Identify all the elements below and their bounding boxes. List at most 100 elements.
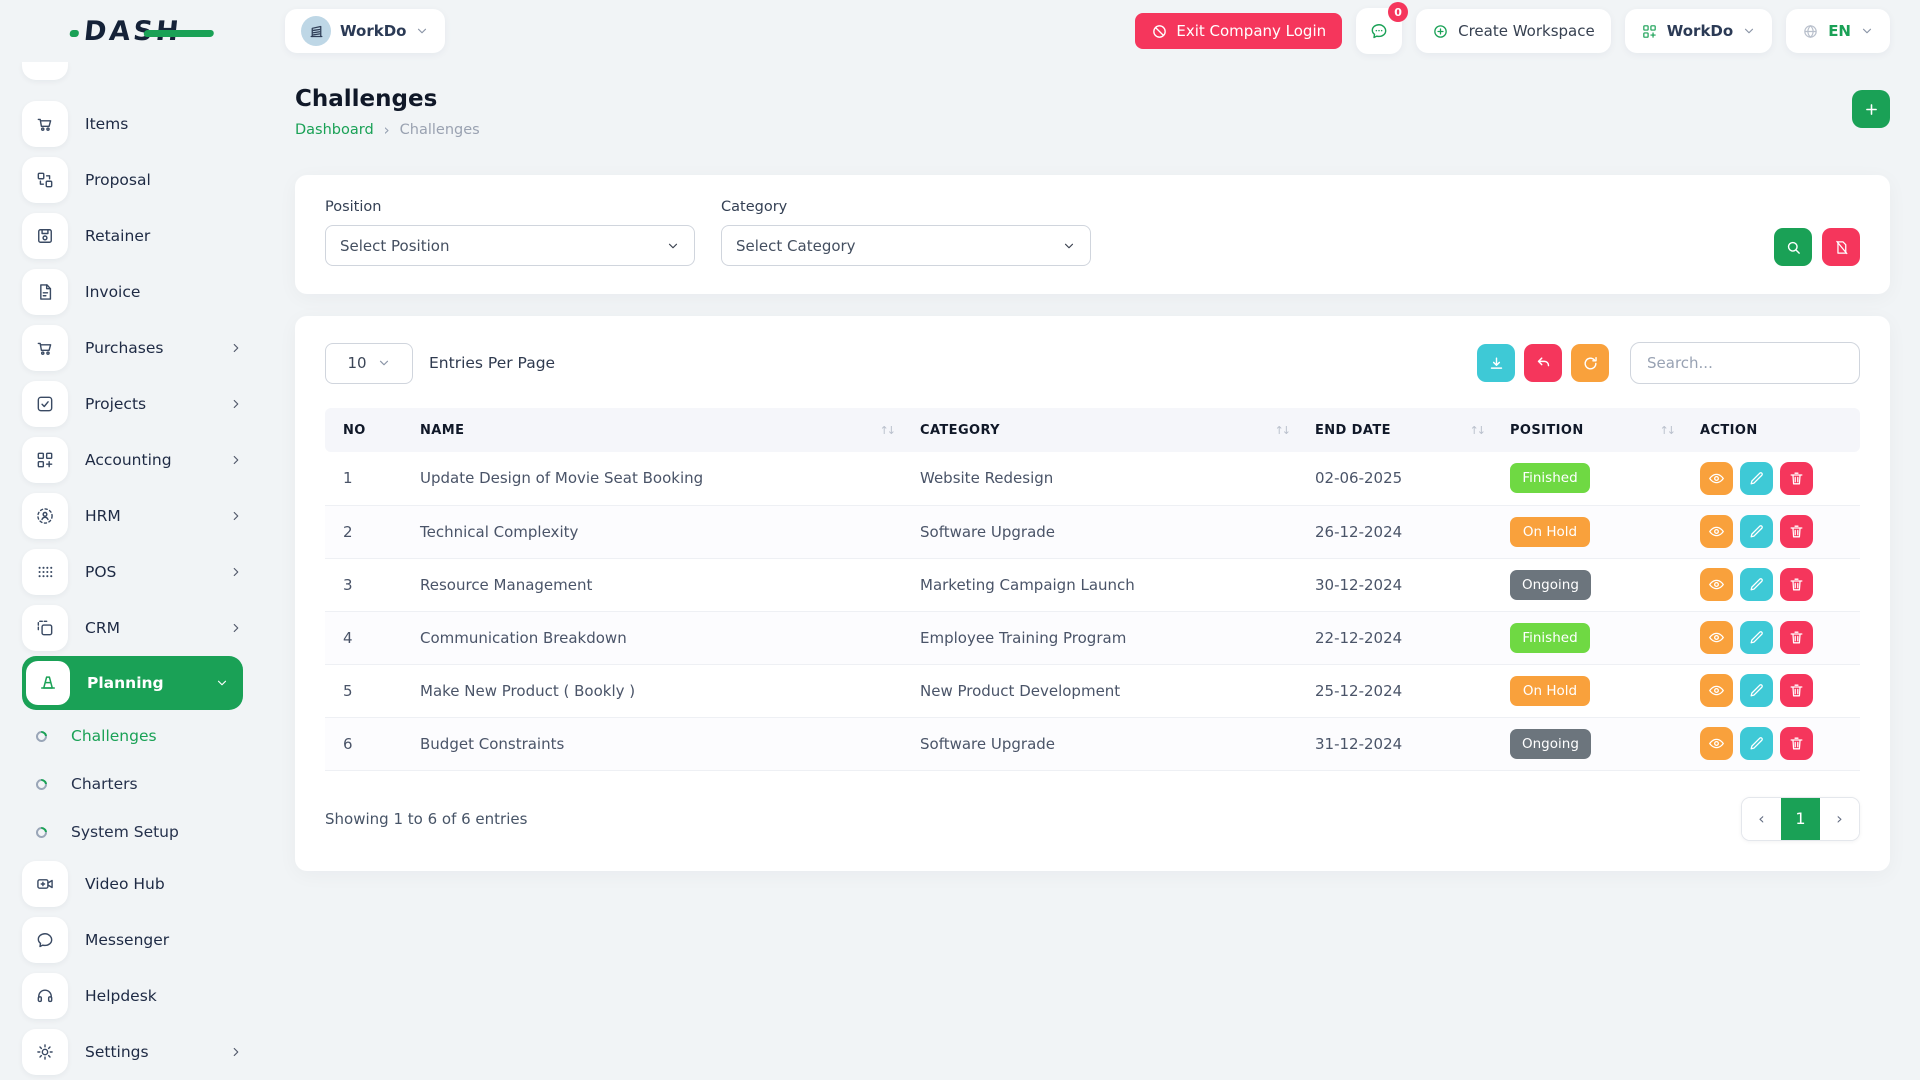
column-header-category[interactable]: CATEGORY↑↓ (910, 408, 1305, 452)
edit-button[interactable] (1740, 727, 1773, 760)
delete-button[interactable] (1780, 568, 1813, 601)
create-workspace-label: Create Workspace (1458, 22, 1595, 40)
plus-circle-icon (1432, 23, 1449, 40)
trash-icon (1788, 629, 1805, 646)
sidebar-item-crm[interactable]: CRM (22, 600, 265, 656)
sidebar-item-accounting[interactable]: Accounting (22, 432, 265, 488)
add-challenge-button[interactable] (1852, 90, 1890, 128)
sidebar-item-label: Proposal (85, 171, 151, 189)
sidebar-item-helpdesk[interactable]: Helpdesk (22, 968, 265, 1024)
view-button[interactable] (1700, 621, 1733, 654)
breadcrumb-dashboard-link[interactable]: Dashboard (295, 122, 374, 138)
sidebar-planning-sublist: Challenges Charters System Setup (22, 712, 265, 856)
cell-category: Software Upgrade (910, 505, 1305, 558)
cell-action (1690, 505, 1860, 558)
sidebar-subitem-label: Challenges (71, 727, 157, 745)
sidebar-subitem-charters[interactable]: Charters (22, 760, 265, 808)
export-button[interactable] (1477, 344, 1515, 382)
trash-icon (1788, 523, 1805, 540)
entries-per-page-label: Entries Per Page (429, 354, 555, 372)
sidebar-item-purchases[interactable]: Purchases (22, 320, 265, 376)
sidebar-item-invoice[interactable]: Invoice (22, 264, 265, 320)
pagination-page-1[interactable]: 1 (1781, 798, 1820, 840)
eye-icon (1708, 735, 1725, 752)
logo[interactable]: DASH (0, 16, 265, 47)
edit-button[interactable] (1740, 621, 1773, 654)
cell-no: 5 (325, 664, 410, 717)
sidebar-item-messenger[interactable]: Messenger (22, 912, 265, 968)
crm-icon (22, 605, 68, 651)
sidebar-subitem-system-setup[interactable]: System Setup (22, 808, 265, 856)
sidebar-item-settings[interactable]: Settings (22, 1024, 265, 1080)
sort-icon: ↑↓ (1275, 424, 1295, 437)
view-button[interactable] (1700, 674, 1733, 707)
edit-button[interactable] (1740, 568, 1773, 601)
status-badge: Ongoing (1510, 729, 1591, 759)
gridplus-icon (22, 437, 68, 483)
pencil-icon (1748, 629, 1765, 646)
messages-badge: 0 (1388, 2, 1408, 22)
cell-end-date: 26-12-2024 (1305, 505, 1500, 558)
cell-end-date: 25-12-2024 (1305, 664, 1500, 717)
pagination-next-button[interactable]: › (1820, 798, 1859, 840)
sidebar-item-label: Settings (85, 1043, 149, 1061)
view-button[interactable] (1700, 568, 1733, 601)
exit-company-login-button[interactable]: Exit Company Login (1135, 13, 1342, 49)
breadcrumb: Dashboard › Challenges (295, 121, 480, 139)
sidebar-item-items[interactable]: Items (22, 96, 265, 152)
cart-icon (22, 101, 68, 147)
view-button[interactable] (1700, 727, 1733, 760)
download-icon (1488, 355, 1505, 372)
clear-filter-button[interactable] (1822, 228, 1860, 266)
workspace-switcher-label: WorkDo (340, 22, 406, 40)
table-search-input[interactable] (1630, 342, 1860, 384)
delete-button[interactable] (1780, 621, 1813, 654)
sidebar-item-proposal[interactable]: Proposal (22, 152, 265, 208)
sidebar-item-projects[interactable]: Projects (22, 376, 265, 432)
view-button[interactable] (1700, 462, 1733, 495)
language-selector[interactable]: EN (1786, 9, 1890, 53)
messages-button[interactable]: 0 (1356, 8, 1402, 54)
proposal-icon (22, 157, 68, 203)
view-button[interactable] (1700, 515, 1733, 548)
position-select[interactable]: Select Position (325, 225, 695, 266)
table-card: 10 Entries Per Page NO (295, 316, 1890, 871)
category-filter-label: Category (721, 199, 1091, 215)
cell-end-date: 30-12-2024 (1305, 558, 1500, 611)
sidebar-item-retainer[interactable]: Retainer (22, 208, 265, 264)
delete-button[interactable] (1780, 515, 1813, 548)
sidebar-item-planning[interactable]: Planning (22, 656, 243, 710)
challenges-table: NO NAME↑↓ CATEGORY↑↓ END DATE↑↓ POSITION… (325, 408, 1860, 771)
company-menu[interactable]: WorkDo (1625, 9, 1772, 53)
column-header-name[interactable]: NAME↑↓ (410, 408, 910, 452)
workspace-switcher[interactable]: WorkDo (285, 9, 445, 53)
sidebar-item-hrm[interactable]: HRM (22, 488, 265, 544)
status-badge: Finished (1510, 463, 1590, 493)
column-header-no[interactable]: NO (325, 408, 410, 452)
logo-dash-dot (69, 30, 79, 37)
refresh-button[interactable] (1571, 344, 1609, 382)
cell-name: Resource Management (410, 558, 910, 611)
edit-button[interactable] (1740, 462, 1773, 495)
category-select[interactable]: Select Category (721, 225, 1091, 266)
delete-button[interactable] (1780, 727, 1813, 760)
entries-per-page-select[interactable]: 10 (325, 343, 413, 384)
table-row: 6 Budget Constraints Software Upgrade 31… (325, 717, 1860, 770)
sidebar-item-video-hub[interactable]: Video Hub (22, 856, 265, 912)
pencil-icon (1748, 523, 1765, 540)
pagination-prev-button[interactable]: ‹ (1742, 798, 1781, 840)
chevron-right-icon (229, 509, 243, 523)
undo-button[interactable] (1524, 344, 1562, 382)
edit-button[interactable] (1740, 674, 1773, 707)
cell-category: Website Redesign (910, 452, 1305, 505)
column-header-end-date[interactable]: END DATE↑↓ (1305, 408, 1500, 452)
create-workspace-button[interactable]: Create Workspace (1416, 9, 1611, 53)
delete-button[interactable] (1780, 674, 1813, 707)
sidebar-subitem-challenges[interactable]: Challenges (22, 712, 265, 760)
apply-filter-button[interactable] (1774, 228, 1812, 266)
sidebar-item-pos[interactable]: POS (22, 544, 265, 600)
delete-button[interactable] (1780, 462, 1813, 495)
edit-button[interactable] (1740, 515, 1773, 548)
column-header-action[interactable]: ACTION (1690, 408, 1860, 452)
column-header-position[interactable]: POSITION↑↓ (1500, 408, 1690, 452)
